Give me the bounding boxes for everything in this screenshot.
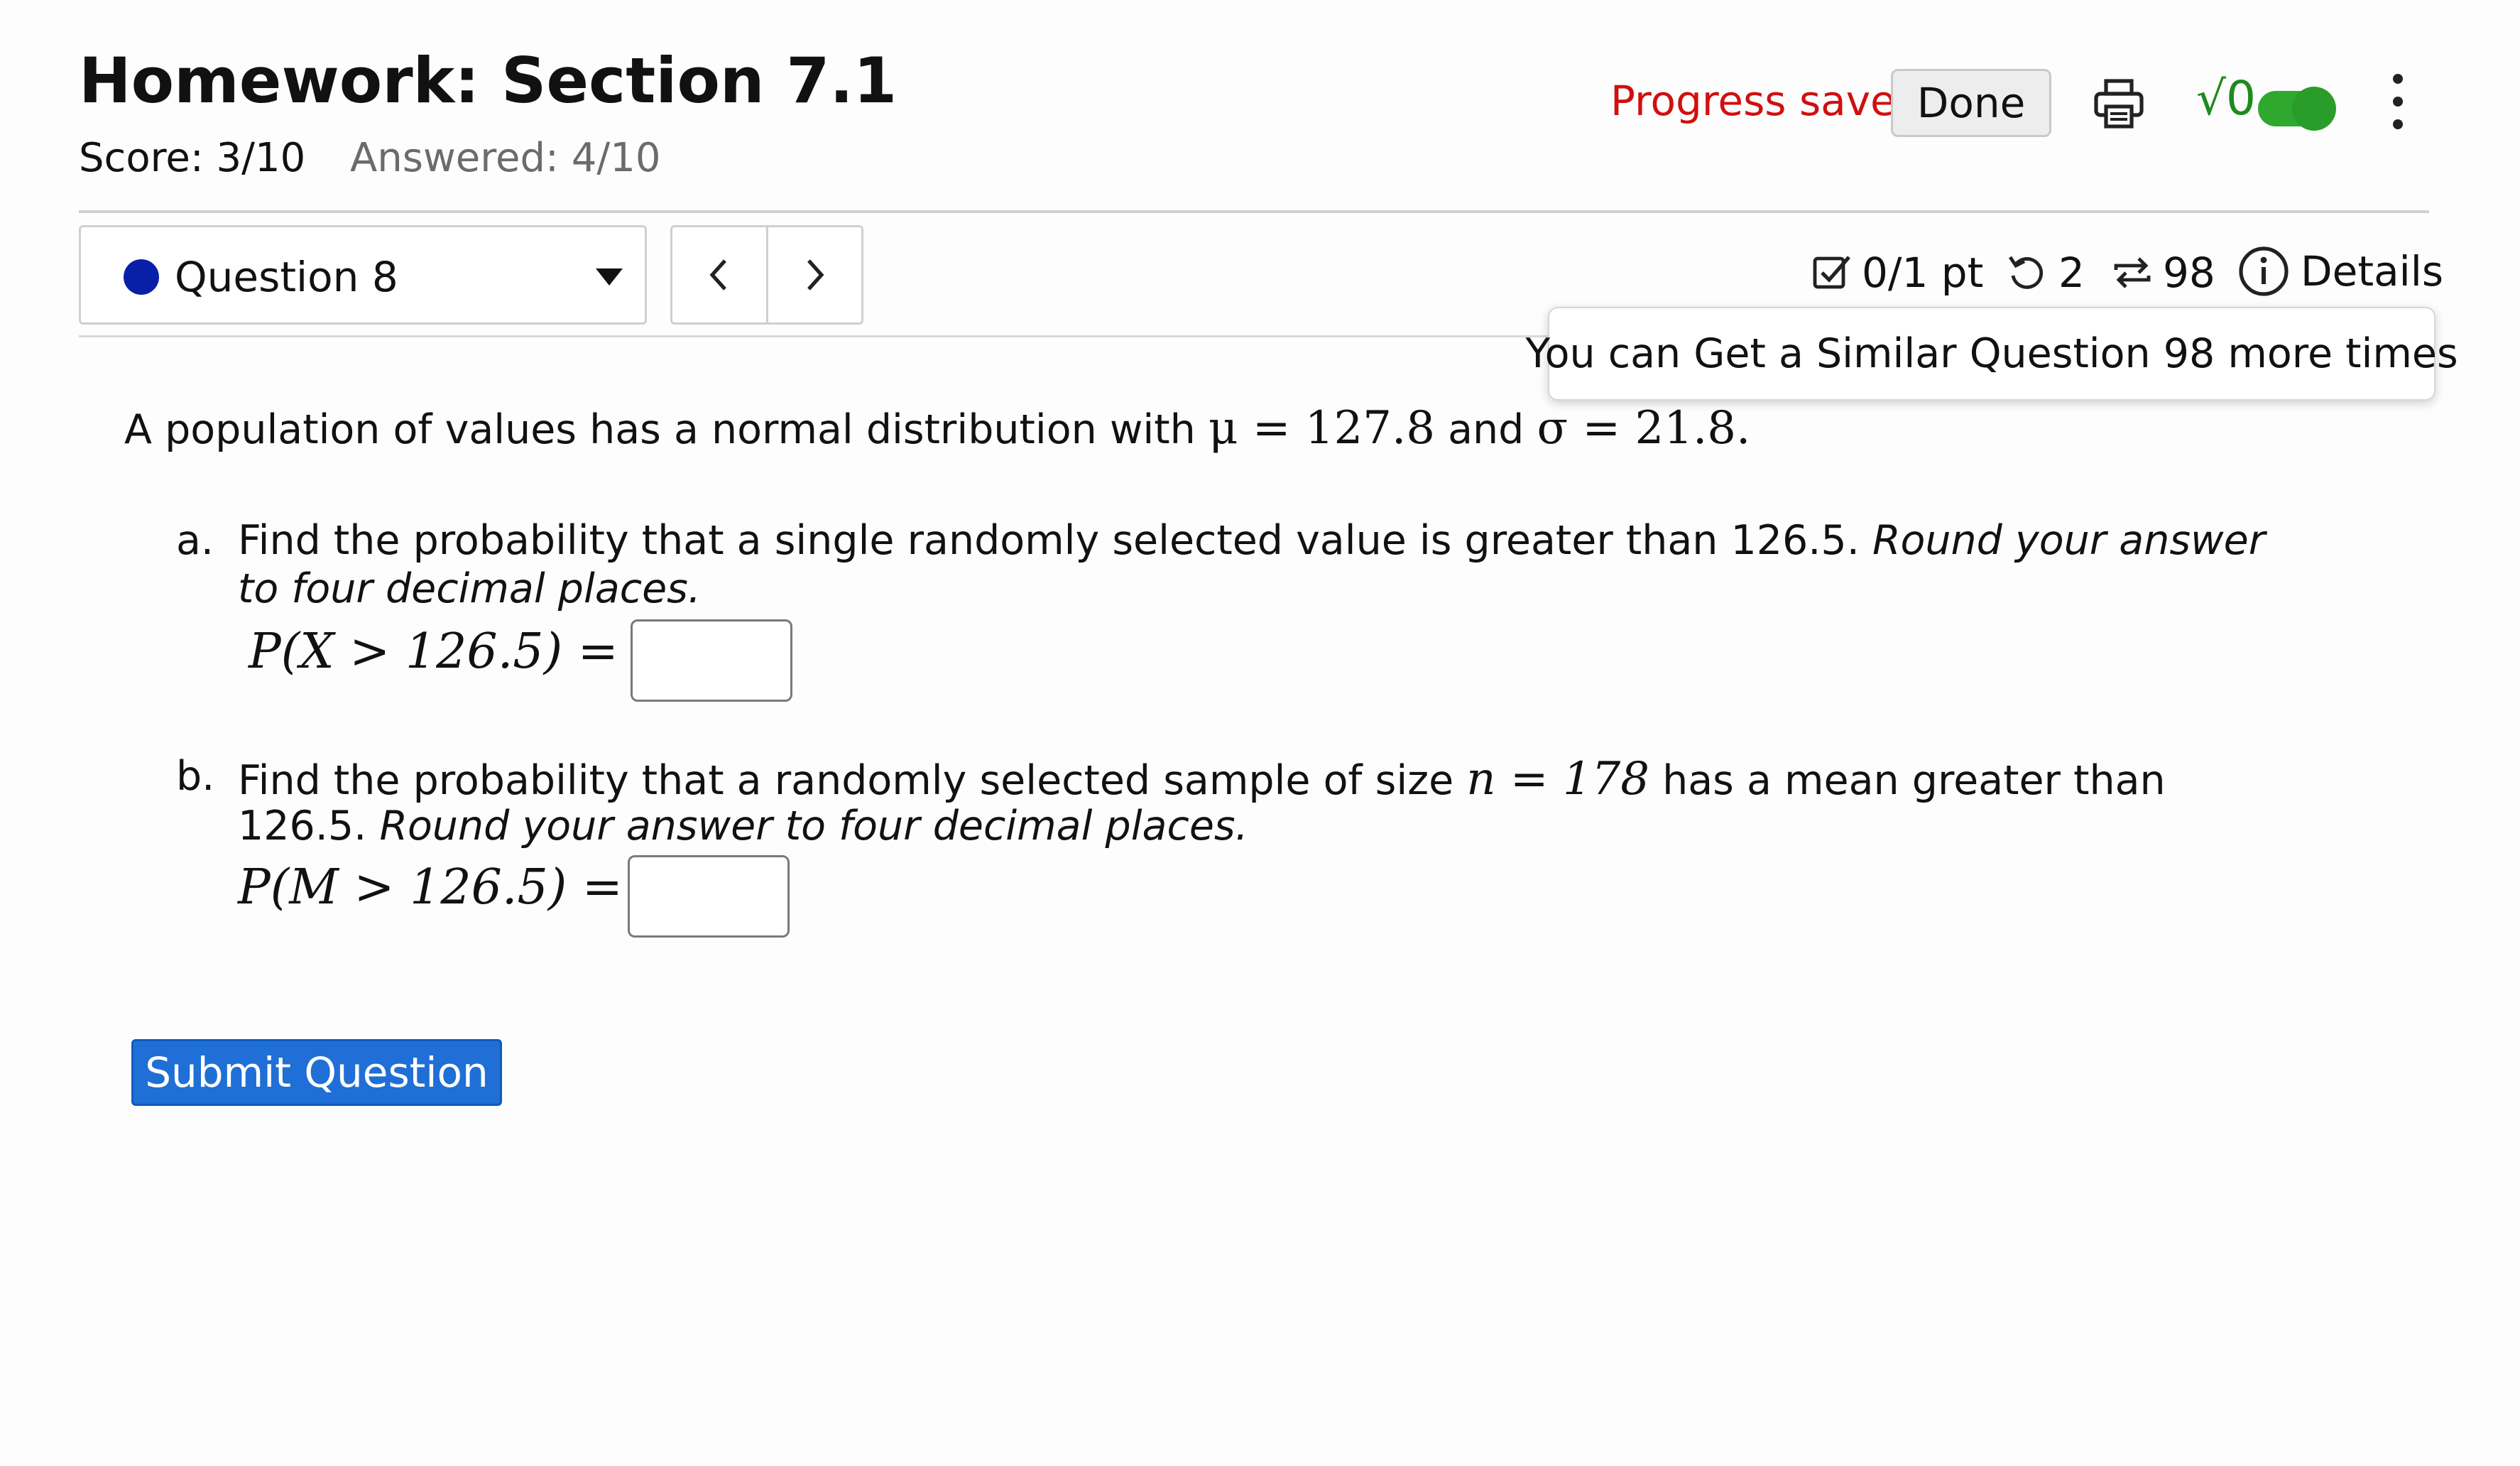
question-select-label: Question 8 bbox=[175, 253, 398, 301]
retries-count: 2 bbox=[2058, 249, 2085, 297]
part-a-answer-input[interactable] bbox=[631, 619, 792, 702]
part-b-math-label: P(M > 126.5) = bbox=[238, 859, 623, 916]
math-keyboard-label: √0 bbox=[2196, 71, 2257, 126]
sigma-expression: σ = 21.8. bbox=[1537, 402, 1751, 455]
progress-status: Progress saved bbox=[1610, 77, 1922, 125]
part-b-letter: b. bbox=[176, 753, 215, 800]
part-a-text: Find the probability that a single rando… bbox=[238, 517, 1860, 564]
checkbox-check-icon bbox=[1813, 256, 1850, 289]
similar-question-tooltip: You can Get a Similar Question 98 more t… bbox=[1525, 307, 2458, 401]
chevron-right-icon bbox=[807, 259, 824, 291]
part-a-letter: a. bbox=[176, 517, 214, 564]
done-button[interactable]: Done bbox=[1891, 69, 2051, 137]
part-a-math-label: P(X > 126.5) = bbox=[249, 624, 618, 680]
and-text: and bbox=[1448, 406, 1524, 453]
points-text: 0/1 pt bbox=[1862, 249, 1984, 297]
question-status-dot bbox=[124, 259, 159, 295]
answered-text: Answered: 4/10 bbox=[350, 135, 661, 181]
chevron-left-icon bbox=[709, 259, 726, 291]
part-a-prompt: Find the probability that a single rando… bbox=[238, 517, 2265, 564]
details-label: Details bbox=[2301, 247, 2444, 295]
question-nav-buttons bbox=[670, 225, 863, 325]
part-b-continuation: 126.5. bbox=[238, 803, 367, 849]
more-options-icon[interactable] bbox=[2387, 74, 2409, 138]
part-b-prompt: Find the probability that a randomly sel… bbox=[238, 753, 2166, 805]
part-b-answer-input[interactable] bbox=[628, 855, 790, 938]
similar-question-icon bbox=[2114, 257, 2151, 288]
retries-indicator: 2 bbox=[2006, 249, 2085, 297]
similar-count: 98 bbox=[2163, 249, 2215, 297]
submit-question-button[interactable]: Submit Question bbox=[131, 1039, 502, 1106]
toggle-knob bbox=[2292, 87, 2336, 131]
problem-intro: A population of values has a normal dist… bbox=[124, 402, 1750, 455]
question-select[interactable]: Question 8 bbox=[79, 225, 647, 325]
info-icon bbox=[2239, 246, 2289, 296]
part-a-instruction-line1: Round your answer bbox=[1872, 517, 2266, 564]
part-b-text-before: Find the probability that a randomly sel… bbox=[238, 757, 1454, 804]
part-b-line2: 126.5. Round your answer to four decimal… bbox=[238, 803, 1248, 849]
part-b-n-expression: n = 178 bbox=[1466, 753, 1649, 805]
header-divider bbox=[79, 210, 2429, 213]
caret-down-icon bbox=[596, 268, 623, 286]
points-indicator: 0/1 pt bbox=[1811, 249, 1983, 297]
score-text: Score: 3/10 bbox=[79, 135, 306, 181]
part-b-instruction: Round your answer to four decimal places… bbox=[379, 803, 1248, 849]
print-icon[interactable] bbox=[2090, 75, 2147, 132]
previous-question-button[interactable] bbox=[672, 227, 766, 322]
page-title: Homework: Section 7.1 bbox=[79, 44, 898, 117]
details-button[interactable]: Details bbox=[2237, 244, 2443, 298]
part-b-text-after: has a mean greater than bbox=[1662, 757, 2166, 804]
similar-question-button[interactable]: 98 bbox=[2110, 249, 2215, 297]
retry-icon bbox=[2009, 256, 2044, 289]
part-a-instruction-line2: to four decimal places. bbox=[238, 565, 701, 612]
next-question-button[interactable] bbox=[765, 227, 862, 322]
intro-text: A population of values has a normal dist… bbox=[124, 406, 1196, 453]
math-toggle[interactable] bbox=[2258, 87, 2336, 131]
mu-expression: μ = 127.8 bbox=[1208, 402, 1435, 455]
